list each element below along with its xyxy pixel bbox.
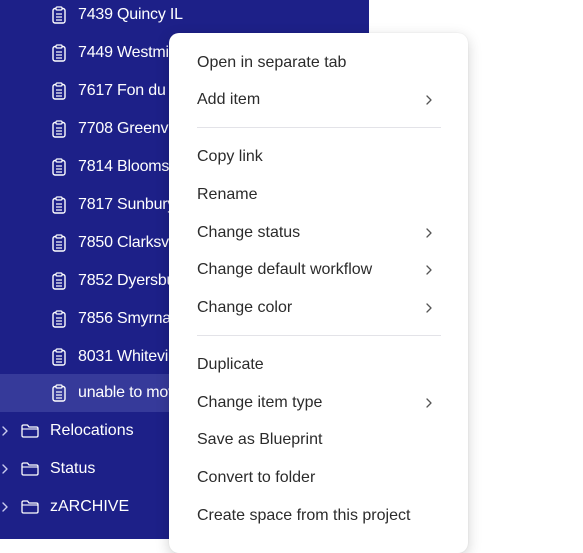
menu-item-label: Open in separate tab: [197, 54, 347, 71]
clipboard-icon: [52, 196, 66, 214]
clipboard-icon: [52, 44, 66, 62]
menu-item-label: Save as Blueprint: [197, 431, 323, 448]
menu-rename[interactable]: Rename: [169, 176, 468, 214]
menu-item-label: Rename: [197, 186, 258, 203]
menu-duplicate[interactable]: Duplicate: [169, 346, 468, 384]
clipboard-icon: [52, 82, 66, 100]
sidebar-item[interactable]: 7439 Quincy IL: [0, 0, 369, 34]
sidebar-item-label: 8031 Whiteville: [78, 348, 184, 365]
clipboard-icon: [52, 384, 66, 402]
menu-item-label: Duplicate: [197, 356, 264, 373]
folder-label: Relocations: [50, 422, 134, 439]
menu-convert-to-folder[interactable]: Convert to folder: [169, 459, 468, 497]
chevron-right-icon[interactable]: [0, 501, 10, 513]
menu-item-label: Change status: [197, 224, 301, 241]
menu-add-item[interactable]: Add item: [169, 81, 468, 119]
menu-item-label: Copy link: [197, 148, 263, 165]
folder-icon: [21, 500, 39, 514]
menu-item-label: Add item: [197, 91, 261, 108]
sidebar-item-label: 7856 Smyrna: [78, 310, 171, 327]
chevron-right-icon[interactable]: [0, 463, 10, 475]
folder-label: zARCHIVE: [50, 498, 130, 515]
folder-icon: [21, 462, 39, 476]
menu-change-color[interactable]: Change color: [169, 289, 468, 327]
chevron-right-icon[interactable]: [0, 425, 10, 437]
menu-item-label: Convert to folder: [197, 469, 316, 486]
menu-separator: [197, 127, 441, 128]
menu-item-label: Change color: [197, 299, 293, 316]
menu-open-separate-tab[interactable]: Open in separate tab: [169, 44, 468, 82]
clipboard-icon: [52, 6, 66, 24]
menu-copy-link[interactable]: Copy link: [169, 138, 468, 176]
menu-item-label: Change default workflow: [197, 261, 373, 278]
clipboard-icon: [52, 348, 66, 366]
chevron-right-icon: [426, 95, 432, 105]
chevron-right-icon: [426, 398, 432, 408]
menu-create-space[interactable]: Create space from this project: [169, 497, 468, 535]
chevron-right-icon: [426, 303, 432, 313]
chevron-right-icon: [426, 265, 432, 275]
clipboard-icon: [52, 272, 66, 290]
menu-change-default-workflow[interactable]: Change default workflow: [169, 251, 468, 289]
clipboard-icon: [52, 158, 66, 176]
menu-change-status[interactable]: Change status: [169, 214, 468, 252]
menu-item-label: Create space from this project: [197, 507, 411, 524]
context-menu: Open in separate tab Add item Copy link …: [169, 33, 468, 553]
sidebar-item-label: 7817 Sunbury: [78, 196, 176, 213]
folder-icon: [21, 424, 39, 438]
clipboard-icon: [52, 234, 66, 252]
menu-item-label: Change item type: [197, 394, 323, 411]
clipboard-icon: [52, 310, 66, 328]
chevron-right-icon: [426, 228, 432, 238]
clipboard-icon: [52, 120, 66, 138]
menu-separator: [197, 335, 441, 336]
menu-save-as-blueprint[interactable]: Save as Blueprint: [169, 421, 468, 459]
menu-change-item-type[interactable]: Change item type: [169, 384, 468, 422]
folder-label: Status: [50, 460, 96, 477]
sidebar-item-label: 7439 Quincy IL: [78, 6, 183, 23]
